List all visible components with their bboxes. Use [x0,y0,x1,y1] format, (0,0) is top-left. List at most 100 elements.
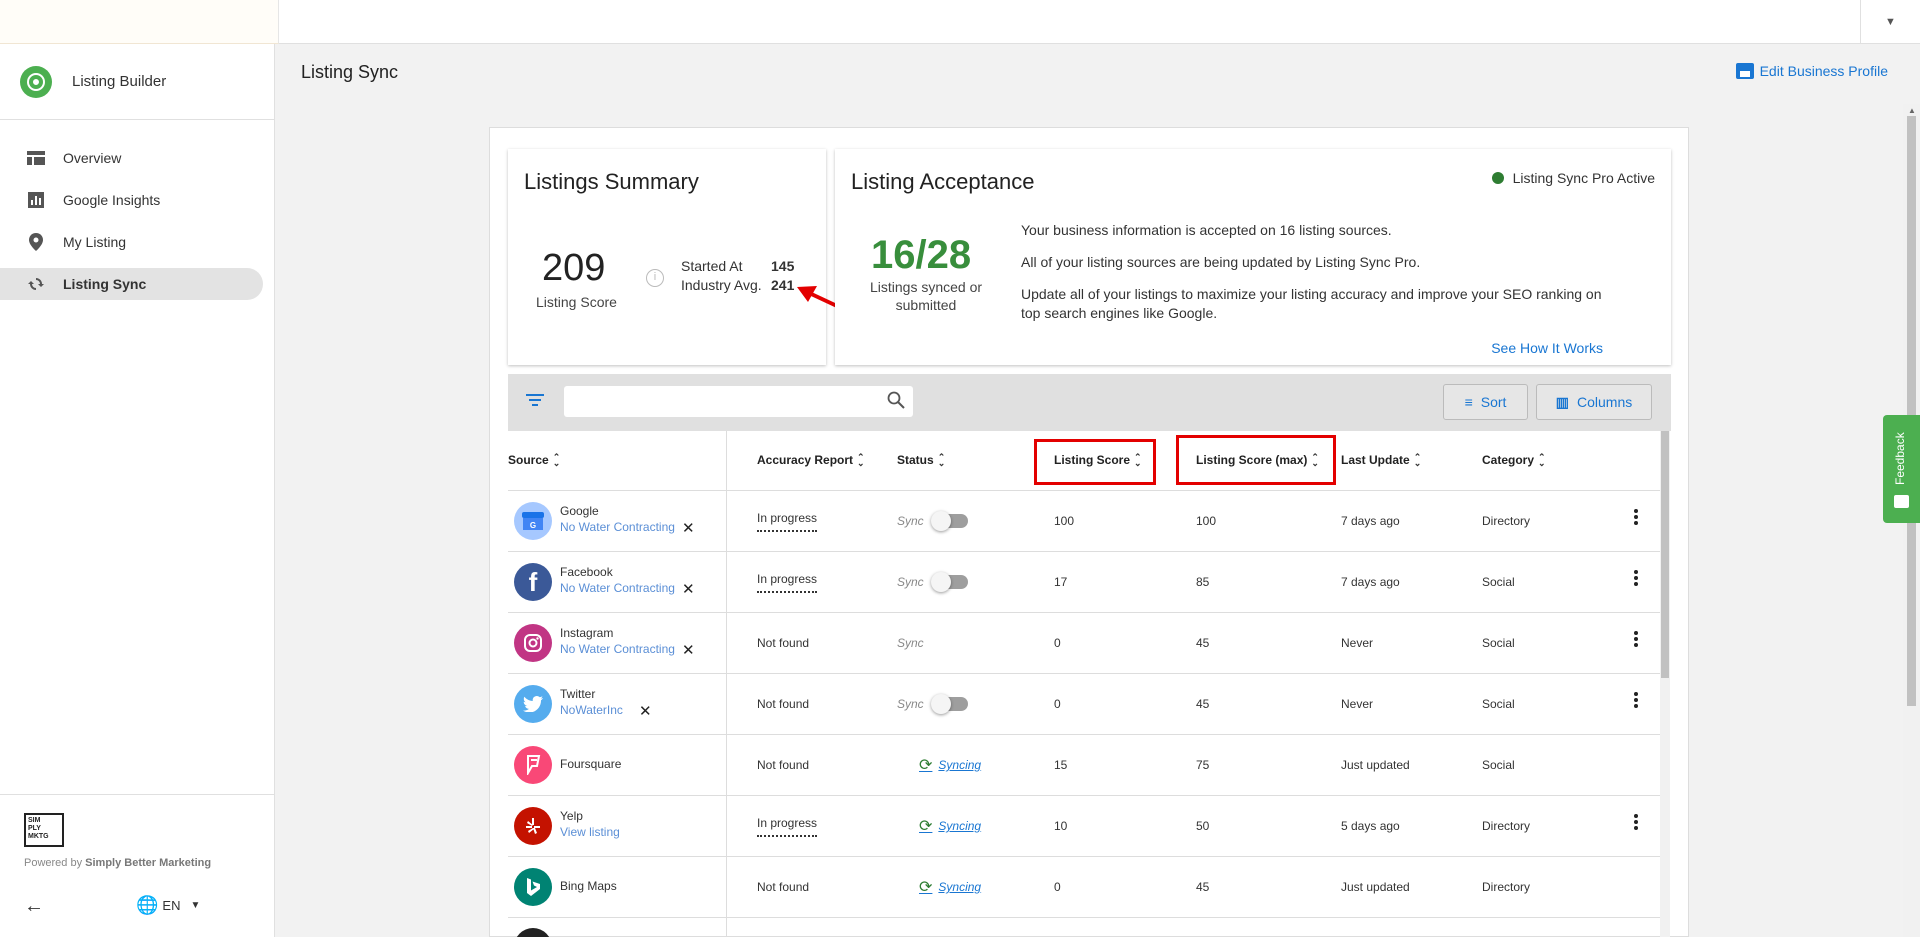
sidebar-item-label: Google Insights [63,192,161,208]
feedback-label: Feedback [1893,432,1907,485]
source-name: Bing Maps [560,879,617,893]
sort-arrows-icon: ⌃ ⌄ [857,452,865,468]
scroll-up-icon[interactable]: ▲ [1908,106,1916,115]
feedback-icon [1894,495,1909,508]
listing-score-max: 85 [1196,575,1210,589]
accuracy-report[interactable]: In progress [757,796,818,856]
sync-toggle[interactable] [930,572,968,592]
last-update: Just updated [1341,880,1410,894]
source-name: Twitter [560,687,596,701]
sidebar-item-overview[interactable]: Overview [0,142,263,174]
status-cell: ⟳ Syncing [897,796,981,856]
view-listing-link[interactable]: View listing [560,825,620,839]
source-logo-icon [514,928,552,937]
table-row[interactable]: Instagram No Water Contracting ✕ Not fou… [508,613,1660,674]
acceptance-fraction-label: Listings synced or submitted [869,279,983,313]
page-title: Listing Sync [301,62,399,82]
close-icon[interactable]: ✕ [682,519,695,537]
column-header-last-update[interactable]: Last Update ⌃ ⌄ [1341,452,1422,468]
powered-by: Powered by Simply Better Marketing [24,857,212,869]
sidebar-item-my-listing[interactable]: My Listing [0,226,263,258]
status-cell: Sync [897,636,924,650]
columns-icon: ▥ [1555,393,1569,410]
more-options-icon[interactable] [1634,631,1638,649]
more-options-icon[interactable] [1634,814,1638,832]
category: Social [1482,758,1515,772]
status-cell: Sync [897,552,968,612]
search-icon [887,391,905,414]
column-header-source[interactable]: Source ⌃ ⌄ [508,452,561,468]
status-cell: ⟳ Syncing [897,857,981,917]
table-row[interactable]: Yelp View listing In progress ⟳ Syncing 1… [508,796,1660,857]
source-link[interactable]: No Water Contracting [560,581,675,595]
more-options-icon[interactable] [1634,570,1638,588]
edit-business-profile-link[interactable]: Edit Business Profile [1735,63,1888,79]
sort-arrows-icon: ⌃ ⌄ [1538,452,1546,468]
column-header-category[interactable]: Category ⌃ ⌄ [1482,452,1546,468]
listing-score-max: 45 [1196,697,1210,711]
close-icon[interactable]: ✕ [682,580,695,598]
source-link[interactable]: No Water Contracting [560,520,675,534]
account-dropdown[interactable]: ▼ [1860,0,1920,44]
syncing-link[interactable]: ⟳ Syncing [919,755,981,775]
sort-arrows-icon: ⌃ ⌄ [552,452,561,468]
sync-toggle[interactable] [930,511,968,531]
more-options-icon[interactable] [1634,509,1638,527]
sort-arrows-icon: ⌃ ⌄ [1413,452,1422,468]
instagram-icon [514,624,552,662]
sync-toggle[interactable] [930,694,968,714]
accuracy-report: Not found [757,636,810,650]
last-update: 5 days ago [1341,819,1400,833]
back-arrow-icon[interactable]: ← [24,895,44,918]
last-update: 7 days ago [1341,575,1400,589]
table-row[interactable]: Bing Maps Not found ⟳ Syncing 0 45 Just u… [508,857,1660,918]
source-name: Yelp [560,809,583,823]
listing-score: 100 [1054,514,1075,528]
status-dot [1491,172,1504,184]
column-header-status[interactable]: Status ⌃ ⌄ [897,453,945,468]
yelp-icon [514,807,552,845]
table-row[interactable]: f Facebook No Water Contracting ✕ In pro… [508,552,1660,613]
syncing-link[interactable]: ⟳ Syncing [919,816,981,836]
language-label: EN [162,898,181,913]
filter-icon[interactable] [526,394,544,408]
source-link[interactable]: NoWaterInc [560,703,623,717]
storefront-icon [1735,63,1754,79]
sidebar-item-label: Overview [63,150,122,166]
language-selector[interactable]: 🌐 EN ▼ [136,895,200,916]
last-update: Never [1341,636,1374,650]
syncing-link[interactable]: ⟳ Syncing [919,877,981,897]
score-stats: Started At 145 Industry Avg. 241 [681,257,794,295]
caret-down-icon: ▼ [190,900,201,911]
close-icon[interactable]: ✕ [639,702,652,720]
sidebar-item-listing-sync[interactable]: Listing Sync [0,268,263,300]
brand-header: Listing Builder [0,44,274,120]
info-icon[interactable]: i [646,269,664,287]
sync-icon: ⟳ [919,879,933,896]
source-link[interactable]: No Water Contracting [560,642,675,656]
table-row[interactable]: G Google No Water Contracting ✕ In progr… [508,491,1660,552]
table-row[interactable]: Twitter NoWaterInc ✕ Not found Sync 0 45… [508,674,1660,735]
columns-button[interactable]: ▥ Columns [1536,384,1652,420]
close-icon[interactable]: ✕ [682,641,695,659]
table-scrollbar[interactable] [1660,431,1670,937]
highlight-box-listing-score [1034,439,1156,485]
sort-button[interactable]: ≡ Sort [1443,384,1528,420]
category: Social [1482,636,1515,650]
accuracy-report[interactable]: In progress [757,552,818,612]
accuracy-report[interactable]: In progress [757,491,818,551]
column-header-accuracy[interactable]: Accuracy Report ⌃ ⌄ [757,452,865,468]
sidebar-item-google-insights[interactable]: Google Insights [0,184,263,216]
table-row[interactable]: Foursquare Not found ⟳ Syncing 15 75 Just… [508,735,1660,796]
category: Directory [1482,819,1531,833]
accuracy-report: Not found [757,697,810,711]
see-how-it-works-link[interactable]: See How It Works [1491,340,1603,356]
status-cell: Sync [897,491,968,551]
table-row[interactable] [508,918,1660,937]
sidebar-item-label: My Listing [63,234,127,250]
more-options-icon[interactable] [1634,692,1638,710]
category: Social [1482,697,1515,711]
feedback-tab[interactable]: Feedback [1883,415,1920,523]
search-input[interactable] [564,386,913,417]
sync-progress-icon: ⟳ [919,757,933,774]
